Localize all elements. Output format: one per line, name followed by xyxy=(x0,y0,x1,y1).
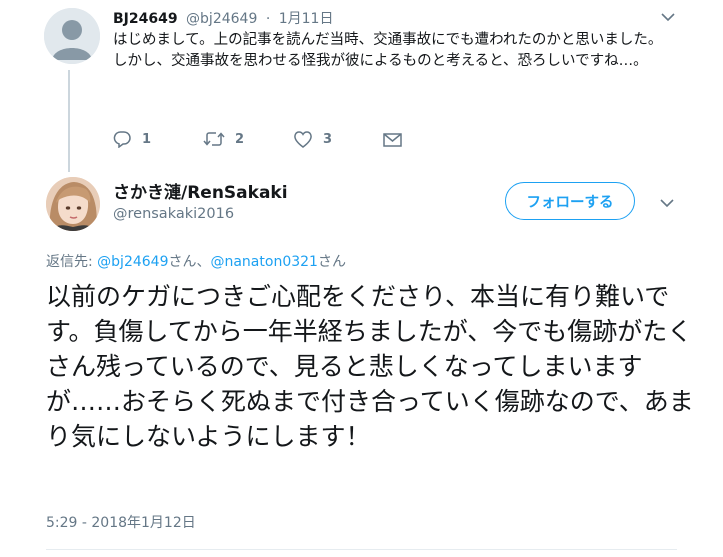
chevron-down-icon[interactable] xyxy=(661,11,675,25)
envelope-icon xyxy=(383,133,402,147)
chevron-down-icon[interactable] xyxy=(660,197,674,211)
tweet-timestamp[interactable]: 5:29 - 2018年1月12日 xyxy=(46,512,196,532)
default-profile-icon xyxy=(44,8,100,64)
follow-button[interactable]: フォローする xyxy=(505,182,635,220)
direct-message-button[interactable] xyxy=(383,131,403,147)
mention-suffix: さん xyxy=(317,254,346,270)
reply-button[interactable]: 1 xyxy=(113,130,203,148)
like-button[interactable]: 3 xyxy=(293,130,383,148)
reply-text-line: はじめまして。上の記事を読んだ当時、交通事故にでも遭われたのかと思いました。 xyxy=(113,32,663,48)
divider xyxy=(46,549,677,550)
like-count: 3 xyxy=(323,131,333,147)
header-separator: · xyxy=(265,11,271,27)
thread-connector-line xyxy=(68,70,70,172)
reply-count: 1 xyxy=(142,131,152,147)
tweet-text: 以前のケガにつきご心配をくださり、本当に有り難いです。負傷してから一年半経ちまし… xyxy=(46,282,694,451)
mention-link[interactable]: @nanaton0321 xyxy=(210,254,317,270)
retweet-button[interactable]: 2 xyxy=(203,131,293,147)
replying-prefix: 返信先: xyxy=(46,254,98,270)
heart-icon xyxy=(294,131,312,148)
mention-suffix: さん、 xyxy=(168,254,211,270)
reply-tweet-text: はじめまして。上の記事を読んだ当時、交通事故にでも遭われたのかと思いました。 し… xyxy=(113,30,673,71)
profile-photo xyxy=(46,177,100,231)
mention-link[interactable]: @bj24649 xyxy=(97,254,168,270)
retweet-count: 2 xyxy=(235,131,245,147)
default-avatar[interactable] xyxy=(44,8,100,64)
reply-date[interactable]: 1月11日 xyxy=(279,11,334,27)
reply-text-line: しかし、交通事故を思わせる怪我が彼によるものと考えると、恐ろしいですね…。 xyxy=(113,52,648,69)
user-avatar[interactable] xyxy=(46,177,100,231)
reply-tweet-header: BJ24649 @bj24649 · 1月11日 xyxy=(113,8,333,28)
retweet-icon xyxy=(203,132,225,146)
tweet-actions: 1 2 3 xyxy=(113,130,403,148)
reply-author-handle[interactable]: @bj24649 xyxy=(186,11,257,27)
replying-to: 返信先: @bj24649さん、@nanaton0321さん xyxy=(46,251,346,271)
author-name[interactable]: さかき漣/RenSakaki xyxy=(113,178,288,203)
author-handle[interactable]: @rensakaki2016 xyxy=(113,206,234,222)
reply-author-name[interactable]: BJ24649 xyxy=(113,11,178,27)
reply-icon xyxy=(113,131,131,148)
